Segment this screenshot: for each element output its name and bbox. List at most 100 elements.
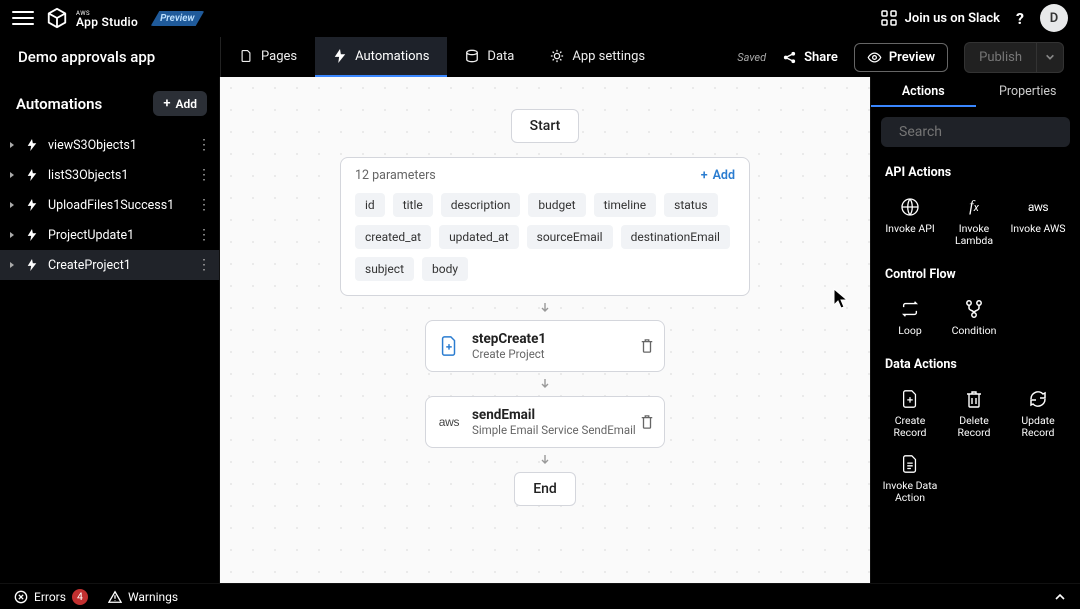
preview-button[interactable]: Preview [854, 43, 948, 72]
add-label: Add [175, 97, 197, 111]
param-chip-id[interactable]: id [355, 193, 385, 217]
product-name: App Studio [76, 18, 138, 27]
menu-icon[interactable] [12, 7, 34, 29]
more-menu-button[interactable]: ⋮ [197, 197, 211, 213]
param-chip-timeline[interactable]: timeline [594, 193, 657, 217]
action-invoke-data-action[interactable]: Invoke Data Action [879, 447, 941, 510]
errors-count-badge: 4 [72, 589, 88, 605]
x-circle-icon [14, 590, 28, 604]
param-chip-sourceemail[interactable]: sourceEmail [527, 225, 613, 249]
action-invoke-api[interactable]: Invoke API [879, 190, 941, 253]
share-label: Share [804, 50, 838, 65]
action-create-record[interactable]: Create Record [879, 382, 941, 445]
automation-label: ProjectUpdate1 [48, 228, 134, 243]
caret-right-icon [8, 201, 16, 209]
tab-automations[interactable]: Automations [315, 37, 447, 77]
arrow-icon [539, 454, 551, 466]
caret-right-icon [8, 171, 16, 179]
automation-item-projectupdate1[interactable]: ProjectUpdate1 ⋮ [0, 220, 219, 250]
arrow-icon [539, 302, 551, 314]
branch-icon [963, 298, 985, 320]
action-label: Invoke AWS [1010, 223, 1065, 235]
action-condition[interactable]: Condition [943, 292, 1005, 343]
errors-label: Errors [34, 590, 66, 604]
add-automation-button[interactable]: +Add [153, 91, 207, 116]
errors-tab[interactable]: Errors 4 [14, 589, 88, 605]
aws-icon: aws [1027, 196, 1049, 218]
help-button[interactable]: ? [1012, 9, 1028, 28]
bolt-icon [26, 139, 38, 151]
param-chip-title[interactable]: title [393, 193, 433, 217]
param-chip-subject[interactable]: subject [355, 257, 414, 281]
tab-pages[interactable]: Pages [221, 37, 315, 77]
action-label: Condition [952, 325, 997, 337]
action-invoke-lambda[interactable]: fxInvoke Lambda [943, 190, 1005, 253]
section-title: API Actions [871, 157, 1080, 184]
panel-expand-button[interactable] [1054, 591, 1066, 603]
action-label: Delete Record [943, 415, 1005, 439]
share-icon [782, 50, 797, 65]
product-logo[interactable]: AWS App Studio [46, 7, 138, 29]
share-button[interactable]: Share [782, 50, 838, 65]
start-node[interactable]: Start [511, 109, 580, 143]
delete-step-button[interactable] [640, 414, 654, 430]
trash-icon [963, 388, 985, 410]
bolt-icon [26, 259, 38, 271]
eye-icon [867, 50, 882, 65]
publish-dropdown[interactable] [1036, 42, 1064, 73]
automation-item-createproject1[interactable]: CreateProject1 ⋮ [0, 250, 219, 280]
publish-button[interactable]: Publish [964, 42, 1036, 73]
search-input[interactable] [899, 124, 1077, 140]
param-chip-status[interactable]: status [664, 193, 717, 217]
step-subtitle: Create Project [472, 347, 546, 361]
bolt-icon [26, 229, 38, 241]
step-card-sendemail[interactable]: aws sendEmail Simple Email Service SendE… [425, 396, 665, 448]
param-chip-created_at[interactable]: created_at [355, 225, 431, 249]
tab-app-settings[interactable]: App settings [532, 37, 663, 77]
add-parameter-button[interactable]: +Add [701, 168, 735, 183]
automation-item-uploadfiles1success1[interactable]: UploadFiles1Success1⋮ [0, 190, 219, 220]
search-input-wrap[interactable] [881, 117, 1070, 147]
step-subtitle: Simple Email Service SendEmail [472, 423, 636, 437]
parameters-card[interactable]: 12 parameters +Add idtitledescriptionbud… [340, 157, 750, 296]
param-chip-body[interactable]: body [422, 257, 468, 281]
more-menu-button[interactable]: ⋮ [197, 227, 211, 243]
action-loop[interactable]: Loop [879, 292, 941, 343]
tab-data[interactable]: Data [447, 37, 532, 77]
action-label: Invoke Data Action [879, 480, 941, 504]
param-chip-budget[interactable]: budget [528, 193, 585, 217]
action-label: Loop [898, 325, 922, 337]
preview-label: Preview [889, 50, 935, 65]
more-menu-button[interactable]: ⋮ [197, 257, 211, 273]
action-label: Create Record [879, 415, 941, 439]
delete-step-button[interactable] [640, 338, 654, 354]
automation-item-views3objects1[interactable]: viewS3Objects1⋮ [0, 130, 219, 160]
join-slack-link[interactable]: Join us on Slack [881, 10, 1000, 26]
param-chip-updated_at[interactable]: updated_at [439, 225, 519, 249]
tab-actions[interactable]: Actions [871, 77, 976, 107]
slack-icon [881, 10, 897, 26]
bolt-icon [26, 199, 38, 211]
action-label: Invoke API [885, 223, 934, 235]
automation-label: CreateProject1 [48, 258, 131, 273]
end-node[interactable]: End [514, 472, 576, 506]
action-delete-record[interactable]: Delete Record [943, 382, 1005, 445]
param-chip-description[interactable]: description [441, 193, 521, 217]
more-menu-button[interactable]: ⋮ [197, 137, 211, 153]
action-update-record[interactable]: Update Record [1007, 382, 1069, 445]
more-menu-button[interactable]: ⋮ [197, 167, 211, 183]
automation-item-lists3objects1[interactable]: listS3Objects1⋮ [0, 160, 219, 190]
action-label: Update Record [1007, 415, 1069, 439]
step-card-stepcreate1[interactable]: stepCreate1 Create Project [425, 320, 665, 372]
action-invoke-aws[interactable]: aws Invoke AWS [1007, 190, 1069, 253]
bolt-icon [26, 169, 38, 181]
tab-properties[interactable]: Properties [976, 77, 1080, 107]
warnings-tab[interactable]: Warnings [108, 590, 178, 604]
chevron-down-icon [1045, 52, 1055, 62]
action-label: Invoke Lambda [943, 223, 1005, 247]
avatar[interactable]: D [1040, 4, 1068, 32]
step-title: sendEmail [472, 407, 636, 423]
param-chip-destinationemail[interactable]: destinationEmail [621, 225, 730, 249]
caret-right-icon [8, 261, 16, 269]
refresh-icon [1027, 388, 1049, 410]
